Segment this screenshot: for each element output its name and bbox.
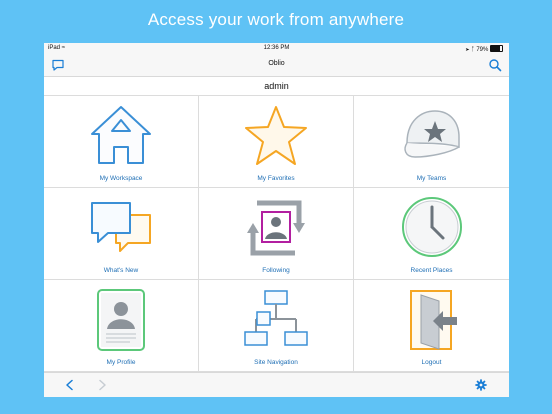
current-user-name: admin [44, 77, 509, 96]
marketing-headline: Access your work from anywhere [147, 10, 405, 29]
tile-following[interactable]: Following [199, 188, 354, 280]
tile-label: Logout [421, 359, 442, 366]
profile-card-icon [97, 289, 145, 351]
speech-bubbles-icon [91, 202, 151, 252]
star-icon [245, 106, 307, 165]
forward-arrow-icon[interactable] [96, 379, 108, 391]
sitemap-icon [244, 290, 308, 346]
battery-percent: 79% [476, 47, 489, 53]
tile-logout[interactable]: Logout [354, 280, 509, 372]
tile-label: What's New [103, 267, 139, 274]
tile-my-profile[interactable]: My Profile [44, 280, 199, 372]
logout-door-icon [409, 290, 457, 350]
bottom-toolbar [44, 372, 509, 397]
home-tile-grid: My Workspace My Favorites My Teams What'… [44, 96, 509, 372]
search-icon[interactable] [488, 58, 502, 72]
tile-label: My Teams [416, 175, 447, 182]
tile-label: My Profile [106, 359, 136, 366]
location-icon: ➤ [465, 47, 470, 53]
follow-cycle-icon [247, 200, 305, 256]
tile-label: My Favorites [257, 175, 295, 182]
tile-site-navigation[interactable]: Site Navigation [199, 280, 354, 372]
tile-label: My Workspace [99, 175, 143, 182]
app-title: Oblio [268, 60, 285, 67]
tile-label: Recent Places [410, 267, 453, 274]
battery-icon [490, 45, 503, 52]
status-bar: iPad ≈ 12:36 PM ➤ ᚩ 79% [44, 43, 509, 54]
tile-label: Following [262, 267, 290, 274]
bluetooth-icon: ᚩ [471, 47, 475, 53]
cap-icon [403, 110, 460, 158]
tile-recent-places[interactable]: Recent Places [354, 188, 509, 280]
house-icon [91, 106, 151, 164]
tile-my-favorites[interactable]: My Favorites [199, 96, 354, 188]
tile-whats-new[interactable]: What's New [44, 188, 199, 280]
tile-label: Site Navigation [254, 359, 298, 366]
tile-my-workspace[interactable]: My Workspace [44, 96, 199, 188]
gear-icon[interactable] [475, 379, 487, 391]
status-time: 12:36 PM [263, 45, 290, 51]
tile-my-teams[interactable]: My Teams [354, 96, 509, 188]
clock-icon [401, 197, 462, 257]
back-arrow-icon[interactable] [64, 379, 76, 391]
nav-bar: Oblio [44, 54, 509, 77]
ipad-screen: iPad ≈ 12:36 PM ➤ ᚩ 79% Oblio admin My W… [44, 43, 509, 397]
